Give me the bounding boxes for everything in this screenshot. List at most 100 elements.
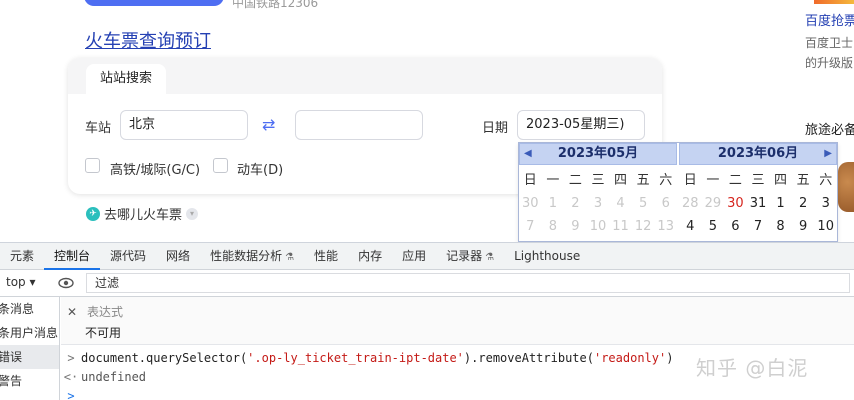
console-result-line: <· undefined [61,370,146,384]
result-title-link[interactable]: 火车票查询预订 [85,27,211,53]
live-expression: ✕ 表达式 不可用 [61,297,854,345]
calendar-grid: 日 一 二 三 四 五 六 30 1 2 3 4 5 6 7 8 9 10 11… [519,169,677,238]
calendar-grid: 日 一 二 三 四 五 六 28 29 30 31 1 2 3 4 5 6 7 … [679,169,837,238]
calendar-month-june: 2023年06月 ▶ 日 一 二 三 四 五 六 28 29 30 31 1 2 [679,143,837,238]
to-station-input[interactable] [295,110,423,140]
date-label: 日期 [482,121,509,136]
calendar-day[interactable]: 5 [702,215,725,238]
tab-performance[interactable]: 性能 [304,243,348,270]
highspeed-label: 高铁/城际(G/C) [110,163,201,178]
calendar-day[interactable]: 10 [814,215,837,238]
sidebar-heading: 旅途必备 [805,123,854,138]
calendar-day: 8 [548,219,557,234]
context-selector[interactable]: top ▾ [6,275,36,289]
tab-station-search[interactable]: 站站搜索 [86,64,167,94]
station-label: 车站 [85,121,112,136]
sidebar-thumbnail[interactable] [838,162,854,212]
weekday-label: 一 [546,173,560,188]
close-icon[interactable]: ✕ [67,305,77,319]
devtools-tab-bar: 元素 控制台 源代码 网络 性能数据分析 ⚗ 性能 内存 应用 记录器 ⚗ Ligh… [0,243,854,270]
calendar-day: 2 [571,196,580,211]
tab-memory[interactable]: 内存 [348,243,392,270]
month-title: 2023年06月 [717,146,799,161]
console-toolbar: top ▾ 过滤 [0,270,854,297]
result-value: undefined [81,370,147,384]
calendar-day: 11 [612,219,629,234]
prev-month-icon[interactable]: ◀ [524,144,532,164]
calendar-day[interactable]: 9 [792,215,815,238]
chevron-down-icon[interactable]: ▾ [186,207,199,220]
calendar-day: 9 [571,219,580,234]
blue-button-top[interactable] [84,0,224,6]
weekday-label: 日 [523,173,537,188]
calendar-day[interactable]: 6 [724,215,747,238]
qunar-link[interactable]: ✈ 去哪儿火车票 ▾ [86,204,199,223]
command-prefix: document.querySelector( [81,351,248,365]
search-result-area: 中国铁路12306 火车票查询预订 站站搜索 车站 北京 ⇄ 日期 2023-0… [0,0,854,242]
tab-console[interactable]: 控制台 [44,243,101,270]
qunar-logo-icon: ✈ [86,206,100,221]
command-string-arg-2: 'readonly' [593,351,667,365]
highspeed-checkbox[interactable] [85,158,100,173]
tab-elements[interactable]: 元素 [0,243,44,270]
filter-input[interactable]: 过滤 [86,273,850,293]
from-station-input[interactable]: 北京 [120,110,248,140]
calendar-day: 30 [522,196,539,211]
sidebar-item-user-messages[interactable]: 条用户消息 [0,321,59,345]
tab-performance-insights[interactable]: 性能数据分析 ⚗ [200,243,304,270]
console-prompt-line[interactable]: > [61,389,81,400]
console-sidebar: 条消息 条用户消息 错误 警告 [0,297,60,400]
calendar-day: 28 [682,196,699,211]
calendar-day: 4 [616,196,625,211]
calendar-day: 7 [526,219,535,234]
tab-sources[interactable]: 源代码 [100,243,156,270]
next-month-icon[interactable]: ▶ [824,144,832,164]
command-suffix: ) [666,351,674,365]
sidebar-item-errors[interactable]: 错误 [0,345,59,369]
sidebar-desc-1: 百度卫士 [805,36,854,50]
weekday-label: 六 [659,173,673,188]
tab-network[interactable]: 网络 [156,243,200,270]
month-header: ◀ 2023年05月 [519,143,677,165]
calendar-day[interactable]: 4 [679,215,702,238]
weekday-label: 一 [706,173,720,188]
tab-label: 记录器 [446,249,483,263]
emu-checkbox[interactable] [213,158,228,173]
weekday-label: 四 [774,173,788,188]
emu-label: 动车(D) [237,163,284,178]
calendar-day[interactable]: 3 [814,192,837,215]
tab-lighthouse[interactable]: Lighthouse [504,243,590,270]
weekday-label: 二 [728,173,742,188]
date-picker-popup: ◀ 2023年05月 日 一 二 三 四 五 六 30 1 2 3 4 5 6 … [518,142,838,242]
calendar-day[interactable]: 7 [747,215,770,238]
tab-label: 性能数据分析 [210,249,283,263]
calendar-month-may: ◀ 2023年05月 日 一 二 三 四 五 六 30 1 2 3 4 5 6 … [519,143,677,238]
weekday-label: 四 [614,173,628,188]
month-title: 2023年05月 [557,146,639,161]
weekday-label: 六 [819,173,833,188]
sidebar-banner-image[interactable] [814,0,854,4]
calendar-day[interactable]: 2 [792,192,815,215]
flask-icon: ⚗ [485,252,495,263]
calendar-day-today[interactable]: 30 [724,192,747,215]
sidebar-item-messages[interactable]: 条消息 [0,297,59,321]
tab-recorder[interactable]: 记录器 ⚗ [436,243,504,270]
expression-placeholder[interactable]: 表达式 [87,303,123,320]
sidebar-title-link[interactable]: 百度抢票 [805,10,854,29]
tab-application[interactable]: 应用 [392,243,436,270]
month-header: 2023年06月 ▶ [679,143,837,165]
calendar-day[interactable]: 31 [747,192,770,215]
date-input[interactable]: 2023-05星期三) [517,110,645,140]
calendar-day: 10 [589,219,607,234]
weekday-label: 三 [591,173,605,188]
eye-icon[interactable] [58,276,74,290]
watermark: 知乎 @白泥 [696,356,809,380]
calendar-day: 5 [638,196,648,211]
result-arrow-icon: <· [63,370,79,384]
swap-icon[interactable]: ⇄ [262,117,282,133]
calendar-day: 29 [704,196,722,211]
calendar-day[interactable]: 1 [769,192,792,215]
sidebar-item-warnings[interactable]: 警告 [0,369,59,393]
calendar-day[interactable]: 8 [769,215,792,238]
prompt-chevron-icon: > [67,351,75,365]
